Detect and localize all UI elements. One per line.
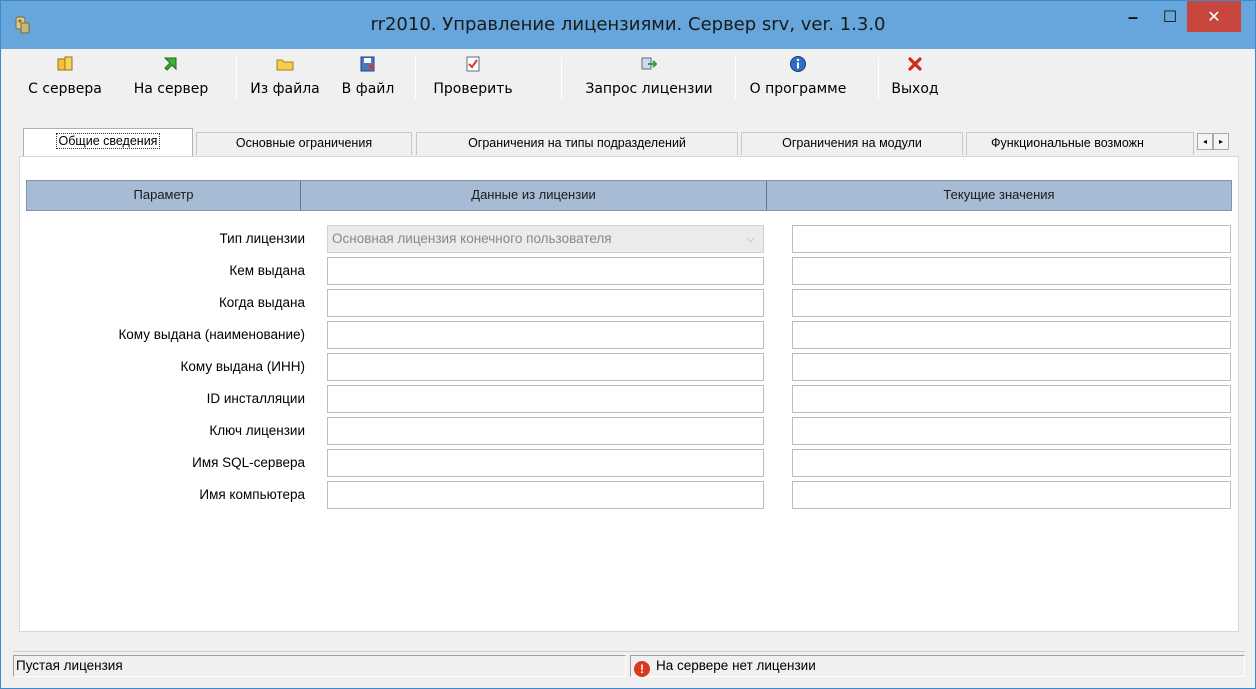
grid-header: Параметр Данные из лицензии Текущие знач…: [26, 180, 1232, 211]
toolbar-separator: [236, 57, 237, 99]
current-value-field[interactable]: [792, 385, 1231, 413]
tab-scroll-right-button[interactable]: ▸: [1213, 133, 1229, 150]
column-header-license-data[interactable]: Данные из лицензии: [301, 181, 767, 210]
tab-module-limits[interactable]: Ограничения на модули: [741, 132, 963, 155]
field-label: Кому выдана (ИНН): [180, 359, 305, 374]
tab-strip: Общие сведения Основные ограничения Огра…: [13, 128, 1245, 156]
app-window: rr2010. Управление лицензиями. Сервер sr…: [0, 0, 1256, 689]
field-label: Имя SQL-сервера: [192, 455, 305, 470]
maximize-button[interactable]: ☐: [1153, 1, 1187, 33]
save-icon: [360, 56, 375, 72]
field-label: Кому выдана (наименование): [118, 327, 305, 342]
license-request-button[interactable]: Запрос лицензии: [569, 53, 729, 103]
tab-general-label: Общие сведения: [55, 133, 161, 149]
current-value-field[interactable]: [792, 417, 1231, 445]
tab-functional-features[interactable]: Функциональные возможн: [966, 132, 1194, 155]
window-title: rr2010. Управление лицензиями. Сервер sr…: [370, 14, 886, 35]
current-value-field[interactable]: [792, 321, 1231, 349]
to-file-label: В файл: [341, 81, 395, 97]
current-value-field[interactable]: [792, 225, 1231, 253]
current-value-field[interactable]: [792, 257, 1231, 285]
status-bar: Пустая лицензия ! На сервере нет лицензии: [13, 651, 1245, 679]
minimize-button[interactable]: –: [1116, 1, 1150, 33]
column-header-parameter[interactable]: Параметр: [27, 181, 301, 210]
license-value-field[interactable]: [327, 321, 764, 349]
license-value-field[interactable]: [327, 353, 764, 381]
database-cylinder-icon: [57, 56, 73, 71]
field-label: ID инсталляции: [206, 391, 305, 406]
field-label: Когда выдана: [218, 295, 305, 310]
check-document-icon: [466, 56, 480, 72]
exit-button[interactable]: Выход: [885, 53, 945, 103]
from-server-label: С сервера: [28, 81, 102, 97]
current-value-field[interactable]: [792, 289, 1231, 317]
toolbar-separator: [561, 57, 562, 99]
field-label: Имя компьютера: [199, 487, 305, 502]
green-arrow-icon: [163, 57, 177, 71]
tab-general[interactable]: Общие сведения: [23, 128, 193, 156]
license-request-icon: [641, 57, 658, 70]
to-server-label: На сервер: [133, 81, 209, 97]
license-value-field[interactable]: [327, 449, 764, 477]
chevron-right-icon: ▸: [1218, 137, 1223, 146]
tab-functional-features-label: Функциональные возможн: [991, 136, 1144, 150]
title-bar[interactable]: rr2010. Управление лицензиями. Сервер sr…: [1, 1, 1255, 49]
from-file-button[interactable]: Из файла: [245, 53, 325, 103]
folder-icon: [276, 59, 294, 71]
from-server-button[interactable]: С сервера: [15, 53, 115, 103]
close-icon: ✕: [1207, 8, 1221, 26]
status-server-state: ! На сервере нет лицензии: [630, 655, 1245, 677]
info-icon: [790, 56, 806, 72]
status-license-state: Пустая лицензия: [13, 655, 626, 677]
license-value-field[interactable]: [327, 481, 764, 509]
about-button[interactable]: О программе: [743, 53, 853, 103]
license-request-label: Запрос лицензии: [585, 81, 713, 97]
current-value-field[interactable]: [792, 353, 1231, 381]
chevron-left-icon: ◂: [1202, 137, 1207, 146]
toolbar-separator: [735, 57, 736, 99]
toolbar-separator: [415, 57, 416, 99]
tab-unit-type-limits-label: Ограничения на типы подразделений: [468, 136, 686, 150]
close-button[interactable]: ✕: [1187, 1, 1241, 32]
current-value-field[interactable]: [792, 481, 1231, 509]
current-value-field[interactable]: [792, 449, 1231, 477]
license-value-field[interactable]: [327, 289, 764, 317]
license-value-field[interactable]: [327, 417, 764, 445]
field-label: Ключ лицензии: [209, 423, 305, 438]
minimize-icon: –: [1127, 6, 1138, 27]
field-label: Кем выдана: [229, 263, 305, 278]
error-icon: !: [634, 661, 650, 677]
red-x-icon: [908, 57, 922, 71]
to-server-button[interactable]: На сервер: [121, 53, 221, 103]
tab-main-limits[interactable]: Основные ограничения: [196, 132, 412, 155]
to-file-button[interactable]: В файл: [331, 53, 405, 103]
exit-label: Выход: [891, 81, 939, 97]
license-value-field[interactable]: [327, 257, 764, 285]
maximize-icon: ☐: [1162, 9, 1178, 26]
chevron-down-icon[interactable]: ⌵: [747, 226, 755, 252]
check-label: Проверить: [433, 81, 513, 97]
toolbar: С сервера На сервер Из файла В файл Пров…: [13, 49, 1245, 107]
about-label: О программе: [749, 81, 847, 97]
license-type-combobox[interactable]: Основная лицензия конечного пользователя…: [327, 225, 764, 253]
field-label: Тип лицензии: [219, 231, 306, 246]
tab-main-limits-label: Основные ограничения: [235, 136, 373, 150]
tab-scroll-left-button[interactable]: ◂: [1197, 133, 1213, 150]
license-value-text: Основная лицензия конечного пользователя: [332, 231, 612, 246]
status-server-text: На сервере нет лицензии: [656, 658, 816, 673]
toolbar-separator: [878, 57, 879, 99]
license-value-field[interactable]: [327, 385, 764, 413]
tab-unit-type-limits[interactable]: Ограничения на типы подразделений: [416, 132, 738, 155]
from-file-label: Из файла: [250, 81, 320, 97]
tab-module-limits-label: Ограничения на модули: [782, 136, 922, 150]
check-button[interactable]: Проверить: [423, 53, 523, 103]
column-header-current-values[interactable]: Текущие значения: [767, 181, 1231, 210]
